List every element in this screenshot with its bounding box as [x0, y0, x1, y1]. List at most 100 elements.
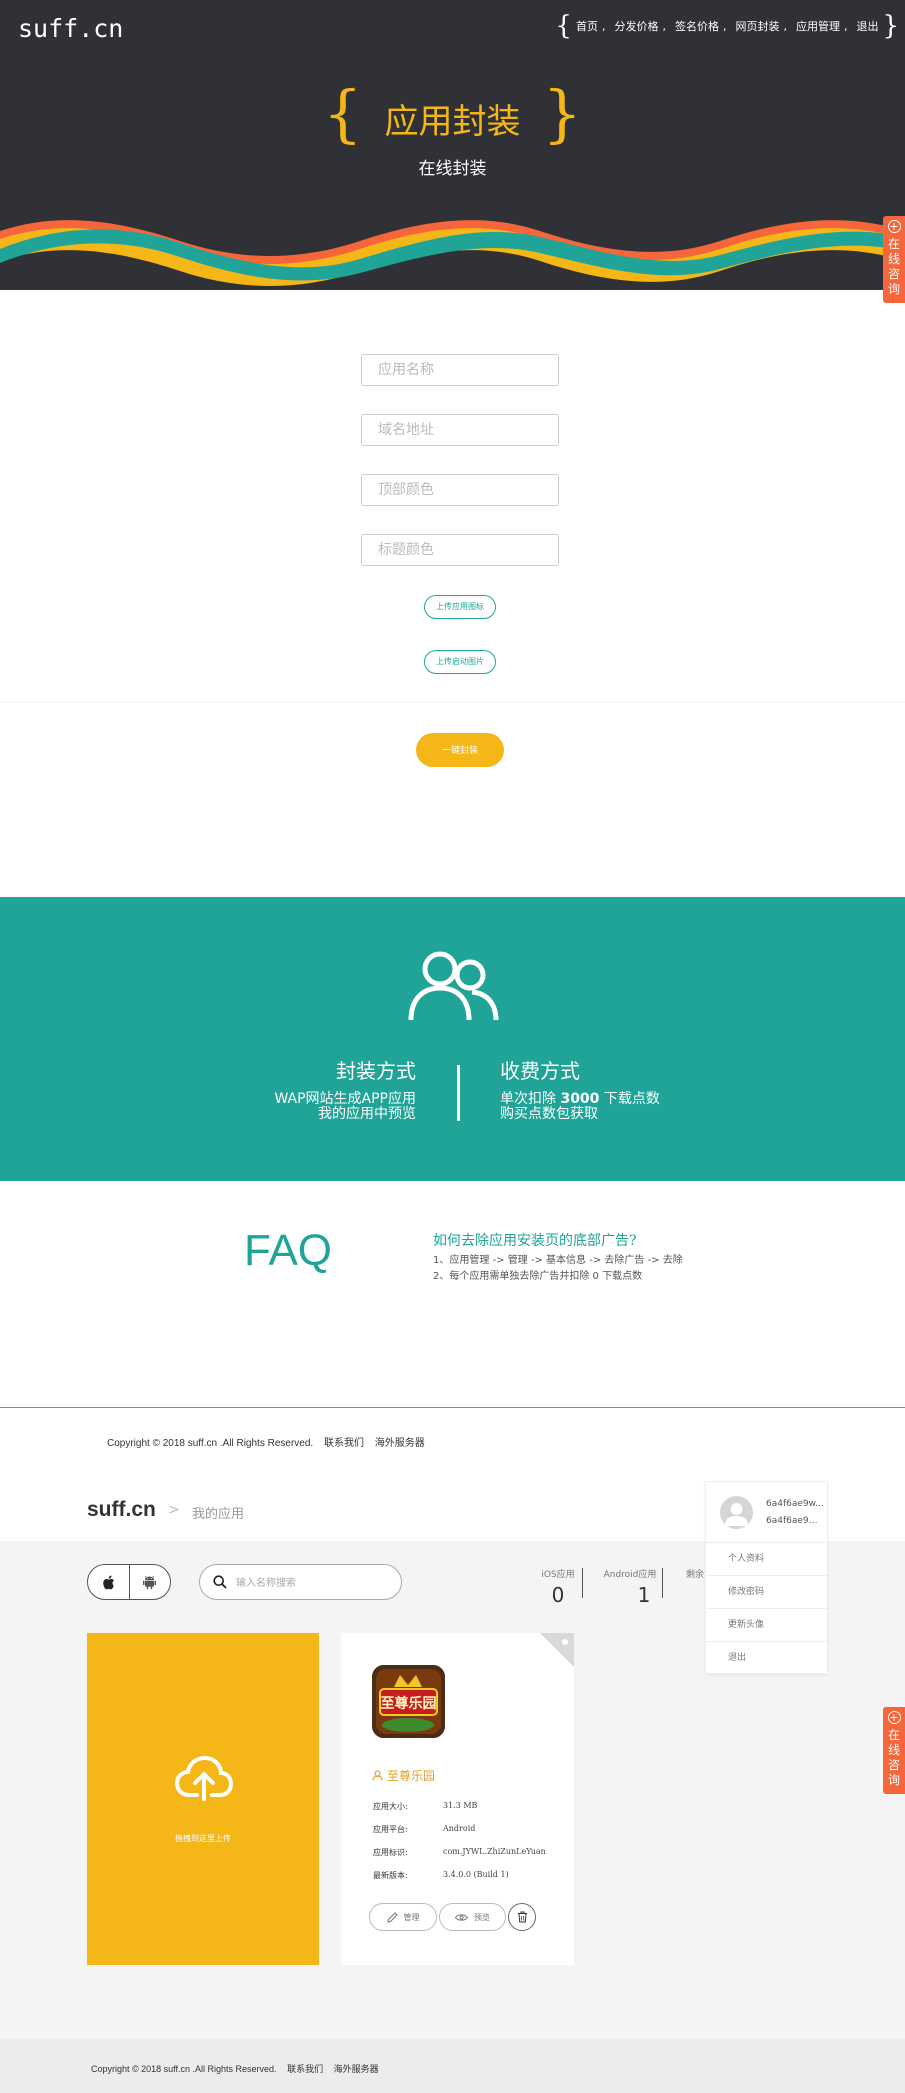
avatar[interactable] [720, 1496, 753, 1529]
upload-splash-button[interactable]: 上传启动图片 [424, 650, 496, 674]
info-label: 应用标识: [373, 1848, 408, 1857]
manage-button[interactable]: 管理 [369, 1903, 437, 1931]
username-line2: 6a4f6ae9w9f... [766, 1516, 824, 1526]
android-icon [143, 1575, 157, 1589]
default-avatar-icon [725, 1503, 748, 1526]
nav-separator: , [722, 19, 727, 33]
manage-label: 管理 [403, 1912, 420, 1922]
android-filter-button[interactable] [128, 1565, 170, 1599]
faq-title: FAQ [244, 1226, 333, 1275]
faq-answer: 1、应用管理 -> 管理 -> 基本信息 -> 去除广告 -> 去除 2、每个应… [433, 1253, 683, 1285]
upload-drop-label: 拖拽到这里上传 [175, 1834, 231, 1843]
breadcrumb-current: 我的应用 [192, 1507, 245, 1522]
info-label: 最新版本: [373, 1871, 408, 1880]
info-label: 应用大小: [373, 1802, 408, 1811]
packaging-line2: 我的应用中预览 [318, 1106, 416, 1122]
trash-icon [517, 1911, 527, 1923]
overseas-server-link[interactable]: 海外服务器 [375, 1438, 425, 1449]
android-count-value: 1 [637, 1583, 651, 1607]
stat-divider [662, 1568, 663, 1598]
app-name-input[interactable] [361, 354, 559, 386]
app-search-input[interactable] [236, 1574, 386, 1592]
search-icon [213, 1575, 227, 1589]
plus-icon: + [887, 1711, 901, 1724]
one-click-package-button[interactable]: 一键封装 [416, 733, 504, 767]
preview-button[interactable]: 预览 [439, 1903, 506, 1931]
consult-label: 在线咨询 [888, 1728, 901, 1787]
nav-item-distribution-price[interactable]: 分发价格 [610, 18, 662, 34]
menu-item-logout[interactable]: 退出 [706, 1641, 829, 1674]
faq-question: 如何去除应用安装页的底部广告? [433, 1233, 637, 1249]
nav-item-logout[interactable]: 退出 [852, 18, 882, 34]
ios-app-count: iOS应用 0 [540, 1567, 576, 1607]
user-icon [372, 1770, 383, 1781]
hero-banner: suff.cn { 首页, 分发价格, 签名价格, 网页封装, 应用管理, 退出… [0, 0, 905, 290]
nav-separator: , [783, 19, 787, 33]
footer-copyright: Copyright © 2018 suff.cn .All Rights Res… [107, 1434, 425, 1449]
nav-item-app-management[interactable]: 应用管理 [792, 18, 844, 34]
android-app-count: Android应用 1 [600, 1567, 660, 1607]
nav-separator: , [662, 19, 666, 33]
billing-line2: 购买点数包获取 [500, 1106, 598, 1122]
contact-us-link[interactable]: 联系我们 [324, 1438, 364, 1449]
billing-line1: 单次扣除 3000 下载点数 [500, 1092, 660, 1107]
domain-input[interactable] [361, 414, 559, 446]
upload-icon-button[interactable]: 上传应用图标 [424, 595, 496, 619]
hero-left-brace: { [323, 77, 363, 150]
copyright-text: Copyright © 2018 suff.cn .All Rights Res… [107, 1438, 314, 1449]
android-count-label: Android应用 [603, 1570, 657, 1580]
bottom-footer-copyright: Copyright © 2018 suff.cn .All Rights Res… [91, 2062, 379, 2075]
nav-item-home[interactable]: 首页 [572, 18, 602, 34]
username-line1: 6a4f6ae9w... [766, 1499, 824, 1509]
copyright-text: Copyright © 2018 suff.cn .All Rights Res… [91, 2064, 277, 2074]
nav-item-web-packaging[interactable]: 网页封装 [731, 18, 783, 34]
features-divider [457, 1065, 460, 1121]
ios-filter-button[interactable] [88, 1565, 129, 1599]
hero-right-brace: } [542, 77, 582, 150]
cloud-upload-icon [174, 1755, 234, 1801]
breadcrumb-chevron-icon: > [168, 1502, 180, 1518]
title-color-input[interactable] [361, 534, 559, 566]
billing-prefix: 单次扣除 [500, 1091, 561, 1107]
delete-button[interactable] [508, 1903, 536, 1931]
online-consult-button-lower[interactable]: + 在线咨询 [883, 1707, 905, 1794]
site-logo[interactable]: suff.cn [18, 14, 123, 43]
top-color-input[interactable] [361, 474, 559, 506]
app-card: 至尊乐园 至尊乐园 应用大小: 31.3 MB 应用平台: Android 应用标识… [341, 1633, 574, 1965]
users-icon [408, 951, 499, 1021]
packaging-line1: WAP网站生成APP应用 [274, 1091, 416, 1107]
app-bundle-row: 应用标识: com.JYWL.ZhiZunLeYuan [373, 1847, 546, 1858]
app-icon-text: 至尊乐园 [380, 1696, 437, 1712]
remaining-label: 剩余 [686, 1570, 704, 1580]
app-version-value: 3.4.0.0 (Build 1) [443, 1870, 509, 1879]
card-corner-badge[interactable] [540, 1633, 574, 1667]
nav-right-brace: } [882, 11, 899, 41]
info-label: 应用平台: [373, 1825, 408, 1834]
app-bundle-value: com.JYWL.ZhiZunLeYuan [443, 1847, 546, 1856]
online-consult-button[interactable]: + 在线咨询 [883, 216, 905, 303]
menu-item-change-password[interactable]: 修改密码 [706, 1575, 829, 1608]
nav-separator: , [601, 19, 606, 33]
apps-logo[interactable]: suff.cn [87, 1498, 156, 1522]
hero-wave-decoration [0, 220, 905, 286]
ios-count-value: 0 [551, 1583, 565, 1607]
nav-item-signing-price[interactable]: 签名价格 [671, 18, 723, 34]
billing-amount: 3000 [560, 1091, 600, 1107]
apple-icon [103, 1575, 115, 1589]
contact-us-link[interactable]: 联系我们 [287, 2064, 323, 2074]
packaging-method: 封装方式 WAP网站生成APP应用 我的应用中预览 [274, 1055, 416, 1122]
nav-separator: , [843, 19, 848, 33]
app-icon[interactable]: 至尊乐园 [372, 1665, 445, 1738]
form-divider [0, 702, 905, 703]
billing-suffix: 下载点数 [599, 1091, 660, 1107]
app-platform-row: 应用平台: Android [373, 1824, 475, 1835]
app-version-row: 最新版本: 3.4.0.0 (Build 1) [373, 1870, 509, 1881]
app-search-box [199, 1564, 402, 1600]
footer-divider [0, 1407, 905, 1408]
overseas-server-link[interactable]: 海外服务器 [334, 2064, 379, 2074]
app-name-text: 至尊乐园 [387, 1769, 436, 1783]
menu-item-profile[interactable]: 个人资料 [706, 1542, 829, 1575]
menu-item-update-avatar[interactable]: 更新头像 [706, 1608, 829, 1641]
upload-drop-zone[interactable]: 拖拽到这里上传 [87, 1633, 319, 1965]
nav-left-brace: { [555, 11, 572, 41]
